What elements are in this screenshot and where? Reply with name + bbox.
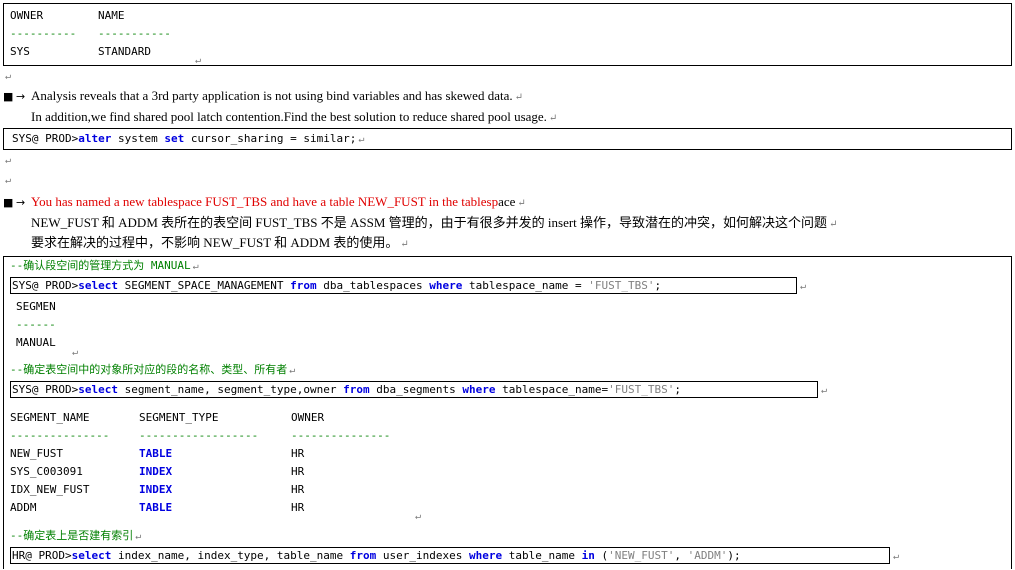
column-header-owner: OWNER	[291, 411, 325, 424]
column-header-segment-name: SEGMENT_NAME	[10, 411, 90, 424]
alter-system-command: SYS@ PROD>alter system set cursor_sharin…	[12, 132, 365, 145]
paragraph-mark: ↵	[5, 71, 12, 82]
cell-segment-type: TABLE	[139, 447, 173, 460]
cell-segment-name: IDX_NEW_FUST	[10, 483, 90, 496]
bullet-icon: ■	[3, 196, 14, 209]
select-segment-space-command: SYS@ PROD>select SEGMENT_SPACE_MANAGEMEN…	[12, 279, 662, 292]
cell-segment-name: NEW_FUST	[10, 447, 63, 460]
paragraph-mark: ↵	[5, 155, 12, 166]
result-dashes-segmen: ------	[16, 318, 56, 331]
row-owner-value: SYS	[10, 45, 30, 58]
column-header-segment-type: SEGMENT_TYPE	[139, 411, 219, 424]
paragraph-mark: ↵	[800, 281, 807, 292]
arrow-icon: →	[16, 196, 26, 209]
question2-title: You has named a new tablespace FUST_TBS …	[31, 194, 526, 210]
cell-segment-type: INDEX	[139, 465, 173, 478]
question2-line3: 要求在解决的过程中，不影响 NEW_FUST 和 ADDM 表的使用。 ↵	[31, 235, 409, 251]
column-dashes: ------------------	[139, 429, 259, 442]
paragraph-mark: ↵	[893, 551, 900, 562]
cell-segment-type: INDEX	[139, 483, 173, 496]
paragraph-mark: ↵	[821, 385, 828, 396]
comment-segment-info: --确定表空间中的对象所对应的段的名称、类型、所有者 ↵	[10, 363, 296, 376]
comment-index-check: --确定表上是否建有索引 ↵	[10, 529, 142, 542]
column-dashes: ---------------	[291, 429, 391, 442]
comment-segment-space: --确认段空间的管理方式为 MANUAL ↵	[10, 259, 199, 272]
cell-segment-name: ADDM	[10, 501, 37, 514]
result-header-segmen: SEGMEN	[16, 300, 56, 313]
cell-owner: HR	[291, 501, 305, 514]
paragraph-mark: ↵	[415, 511, 422, 522]
paragraph-mark: ↵	[195, 55, 202, 66]
row-name-value: STANDARD	[98, 45, 151, 58]
question2-line2: NEW_FUST 和 ADDM 表所在的表空间 FUST_TBS 不是 ASSM…	[31, 215, 838, 231]
result-value-manual: MANUAL	[16, 336, 56, 349]
question1-line1: Analysis reveals that a 3rd party applic…	[31, 88, 523, 104]
cell-owner: HR	[291, 483, 305, 496]
column-dashes: ---------------	[10, 429, 110, 442]
arrow-icon: →	[16, 90, 26, 103]
question1-line2: In addition,we find shared pool latch co…	[31, 109, 558, 125]
select-indexes-command: HR@ PROD>select index_name, index_type, …	[12, 549, 741, 562]
header-owner: OWNER	[10, 9, 44, 22]
paragraph-mark: ↵	[72, 347, 79, 358]
dashes-name: -----------	[98, 27, 171, 40]
cell-owner: HR	[291, 447, 305, 460]
cell-segment-type: TABLE	[139, 501, 173, 514]
header-name: NAME	[98, 9, 125, 22]
select-segments-command: SYS@ PROD>select segment_name, segment_t…	[12, 383, 681, 396]
cell-segment-name: SYS_C003091	[10, 465, 83, 478]
dashes-owner: ----------	[10, 27, 77, 40]
paragraph-mark: ↵	[5, 175, 12, 186]
bullet-icon: ■	[3, 90, 14, 103]
cell-owner: HR	[291, 465, 305, 478]
